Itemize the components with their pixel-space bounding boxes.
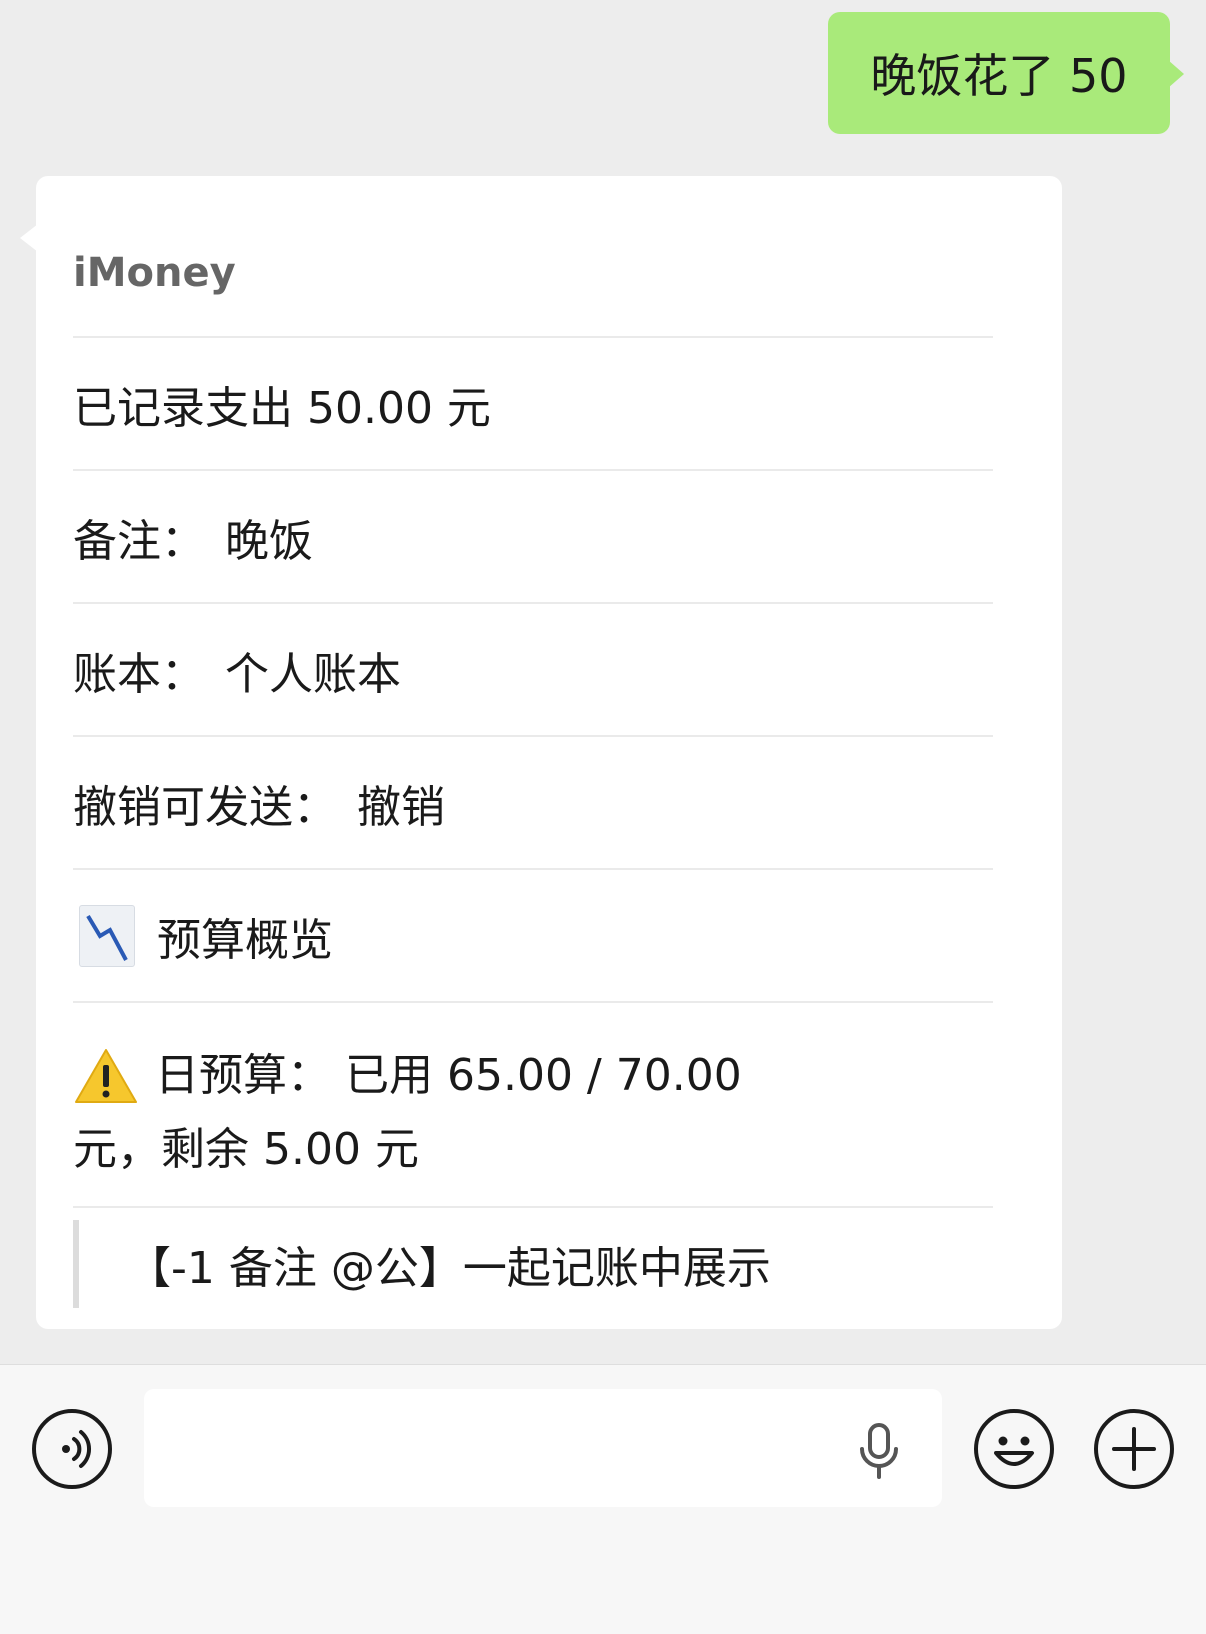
undo-row: 撤销可发送： 撤销: [73, 737, 993, 870]
microphone-icon[interactable]: [854, 1423, 904, 1479]
chart-decreasing-icon: [79, 904, 135, 967]
note-value: 晚饭: [225, 515, 313, 567]
message-input[interactable]: [144, 1389, 942, 1507]
footer-quote: 【-1 备注 @公】一起记账中展示: [73, 1220, 993, 1308]
note-row: 备注： 晚饭: [73, 471, 993, 604]
budget-line-1: 日预算： 已用 65.00 / 70.00: [155, 1050, 742, 1101]
plus-icon[interactable]: [1094, 1409, 1174, 1489]
ledger-label: 账本：: [73, 648, 205, 700]
overview-row: 预算概览: [73, 870, 993, 1003]
sender-name: iMoney: [73, 176, 993, 338]
overview-label: 预算概览: [157, 914, 333, 966]
ledger-value: 个人账本: [225, 648, 401, 700]
ledger-row: 账本： 个人账本: [73, 604, 993, 737]
note-label: 备注：: [73, 515, 205, 567]
record-text: 已记录支出 50.00 元: [73, 382, 491, 434]
budget-row: 日预算： 已用 65.00 / 70.00 元，剩余 5.00 元: [73, 1003, 993, 1208]
record-row: 已记录支出 50.00 元: [73, 338, 993, 471]
chat-area: 晚饭花了 50 iMoney 已记录支出 50.00 元 备注： 晚饭 账本： …: [0, 0, 1206, 1364]
emoji-icon[interactable]: [974, 1409, 1054, 1489]
input-bar: [0, 1364, 1206, 1634]
outgoing-message-bubble[interactable]: 晚饭花了 50: [828, 12, 1184, 134]
voice-mode-icon[interactable]: [32, 1409, 112, 1489]
footer-quote-text: 【-1 备注 @公】一起记账中展示: [127, 1243, 771, 1294]
undo-label: 撤销可发送：: [73, 781, 337, 833]
bot-reply-card[interactable]: iMoney 已记录支出 50.00 元 备注： 晚饭 账本： 个人账本 撤销可…: [36, 176, 1062, 1329]
undo-value: 撤销: [357, 781, 445, 833]
budget-line-2: 元，剩余 5.00 元: [73, 1124, 419, 1175]
outgoing-message-text: 晚饭花了 50: [870, 49, 1128, 103]
warning-icon: [73, 1047, 139, 1105]
